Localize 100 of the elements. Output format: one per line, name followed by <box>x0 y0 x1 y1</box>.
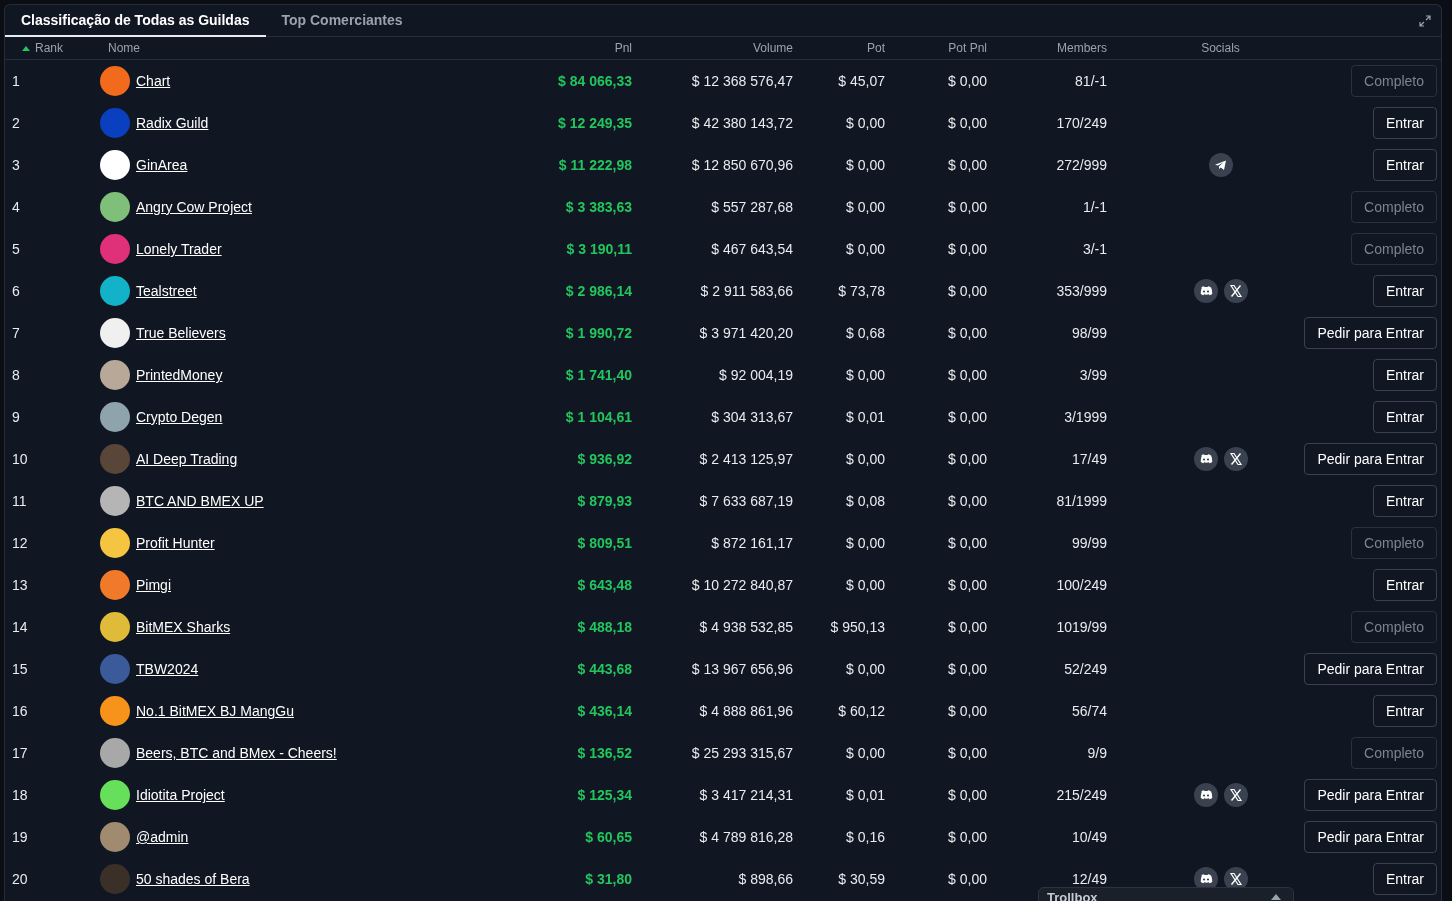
join-button[interactable]: Entrar <box>1372 695 1437 727</box>
rank-cell: 11 <box>12 493 27 509</box>
pnl-cell: $ 84 066,33 <box>558 73 632 89</box>
members-cell: 1019/99 <box>1056 619 1107 635</box>
caret-up-icon[interactable] <box>1271 894 1281 900</box>
pot-pnl-cell: $ 0,00 <box>948 283 987 299</box>
members-cell: 215/249 <box>1056 787 1107 803</box>
guild-link[interactable]: GinArea <box>136 157 188 173</box>
join-button[interactable]: Entrar <box>1372 485 1437 517</box>
join-button[interactable]: Entrar <box>1372 359 1437 391</box>
volume-cell: $ 7 633 687,19 <box>699 493 793 509</box>
pot-cell: $ 60,12 <box>838 703 885 719</box>
pot-pnl-cell: $ 0,00 <box>948 829 987 845</box>
rank-cell: 14 <box>12 619 28 635</box>
pot-cell: $ 0,00 <box>846 577 885 593</box>
guild-link[interactable]: Beers, BTC and BMex - Cheers! <box>136 745 337 761</box>
members-cell: 10/49 <box>1071 829 1107 845</box>
guild-link[interactable]: No.1 BitMEX BJ MangGu <box>136 703 294 719</box>
join-button[interactable]: Entrar <box>1372 275 1437 307</box>
pot-cell: $ 0,00 <box>846 661 885 677</box>
guild-link[interactable]: Lonely Trader <box>136 241 222 257</box>
members-cell: 3/1999 <box>1064 409 1107 425</box>
volume-cell: $ 898,66 <box>738 871 793 887</box>
join-button[interactable]: Entrar <box>1372 569 1437 601</box>
column-header[interactable]: Nome <box>108 41 140 55</box>
pnl-cell: $ 1 990,72 <box>565 325 632 341</box>
join-button[interactable]: Entrar <box>1372 401 1437 433</box>
rank-cell: 10 <box>12 451 28 467</box>
guild-link[interactable]: Angry Cow Project <box>136 199 252 215</box>
join-button[interactable]: Pedir para Entrar <box>1304 779 1437 811</box>
pnl-cell: $ 3 383,63 <box>565 199 632 215</box>
join-button[interactable]: Pedir para Entrar <box>1304 821 1437 853</box>
guild-link[interactable]: @admin <box>136 829 189 845</box>
guild-link[interactable]: Pimgi <box>136 577 171 593</box>
volume-cell: $ 42 380 143,72 <box>691 115 793 131</box>
guild-link[interactable]: 50 shades of Bera <box>136 871 250 887</box>
discord-icon[interactable] <box>1193 447 1218 471</box>
tab[interactable]: Classificação de Todas as Guildas <box>5 5 266 37</box>
guild-link[interactable]: BTC AND BMEX UP <box>136 493 264 509</box>
pot-cell: $ 0,01 <box>846 787 885 803</box>
rank-cell: 18 <box>12 787 28 803</box>
members-cell: 12/49 <box>1071 871 1107 887</box>
pot-cell: $ 0,00 <box>846 241 885 257</box>
trollbox-dialog[interactable]: Trollbox <box>1038 887 1294 901</box>
pot-pnl-cell: $ 0,00 <box>948 115 987 131</box>
pot-cell: $ 950,13 <box>830 619 885 635</box>
column-header[interactable]: Pot <box>867 41 885 55</box>
volume-cell: $ 10 272 840,87 <box>691 577 793 593</box>
pot-pnl-cell: $ 0,00 <box>948 619 987 635</box>
join-button[interactable]: Entrar <box>1372 863 1437 895</box>
expand-icon[interactable] <box>1419 15 1431 27</box>
join-button[interactable]: Entrar <box>1372 149 1437 181</box>
pot-cell: $ 0,00 <box>846 745 885 761</box>
volume-cell: $ 3 971 420,20 <box>699 325 793 341</box>
paper-plane-icon[interactable] <box>1208 153 1233 177</box>
guild-link[interactable]: Tealstreet <box>136 283 197 299</box>
column-header[interactable]: Pot Pnl <box>948 41 987 55</box>
join-button[interactable]: Pedir para Entrar <box>1304 443 1437 475</box>
join-button[interactable]: Entrar <box>1372 107 1437 139</box>
pnl-cell: $ 443,68 <box>577 661 632 677</box>
join-button[interactable]: Pedir para Entrar <box>1304 317 1437 349</box>
rank-cell: 17 <box>12 745 28 761</box>
guild-link[interactable]: BitMEX Sharks <box>136 619 231 635</box>
guild-link[interactable]: True Believers <box>136 325 226 341</box>
tab[interactable]: Top Comerciantes <box>265 5 419 37</box>
x-logo-icon[interactable] <box>1223 783 1248 807</box>
members-cell: 17/49 <box>1071 451 1107 467</box>
x-logo-icon[interactable] <box>1223 279 1248 303</box>
guild-link[interactable]: Chart <box>136 73 171 89</box>
guild-link[interactable]: PrintedMoney <box>136 367 223 383</box>
members-cell: 1/-1 <box>1082 199 1107 215</box>
discord-icon[interactable] <box>1193 279 1218 303</box>
volume-cell: $ 92 004,19 <box>719 367 793 383</box>
join-button[interactable]: Pedir para Entrar <box>1304 653 1437 685</box>
guild-link[interactable]: TBW2024 <box>136 661 199 677</box>
column-header[interactable]: Members <box>1057 41 1107 55</box>
volume-cell: $ 2 413 125,97 <box>699 451 793 467</box>
guild-link[interactable]: Idiotita Project <box>136 787 225 803</box>
guild-link[interactable]: Profit Hunter <box>136 535 215 551</box>
x-logo-icon[interactable] <box>1223 447 1248 471</box>
column-header[interactable]: Pnl <box>614 41 632 55</box>
rank-cell: 2 <box>12 115 20 131</box>
pot-pnl-cell: $ 0,00 <box>948 367 987 383</box>
pot-cell: $ 0,00 <box>846 199 885 215</box>
rank-cell: 15 <box>12 661 28 677</box>
guild-link[interactable]: Radix Guild <box>136 115 209 131</box>
guild-link[interactable]: Crypto Degen <box>136 409 223 425</box>
pot-cell: $ 30,59 <box>838 871 885 887</box>
discord-icon[interactable] <box>1193 783 1218 807</box>
volume-cell: $ 13 967 656,96 <box>691 661 793 677</box>
pot-pnl-cell: $ 0,00 <box>948 871 987 887</box>
rank-cell: 12 <box>12 535 28 551</box>
guild-link[interactable]: AI Deep Trading <box>136 451 238 467</box>
column-header[interactable]: Volume <box>752 41 793 55</box>
pot-pnl-cell: $ 0,00 <box>948 199 987 215</box>
column-header[interactable]: Rank <box>35 41 63 55</box>
pnl-cell: $ 31,80 <box>585 871 632 887</box>
pnl-cell: $ 12 249,35 <box>558 115 632 131</box>
column-header[interactable]: Socials <box>1201 41 1240 55</box>
pnl-cell: $ 11 222,98 <box>558 157 632 173</box>
